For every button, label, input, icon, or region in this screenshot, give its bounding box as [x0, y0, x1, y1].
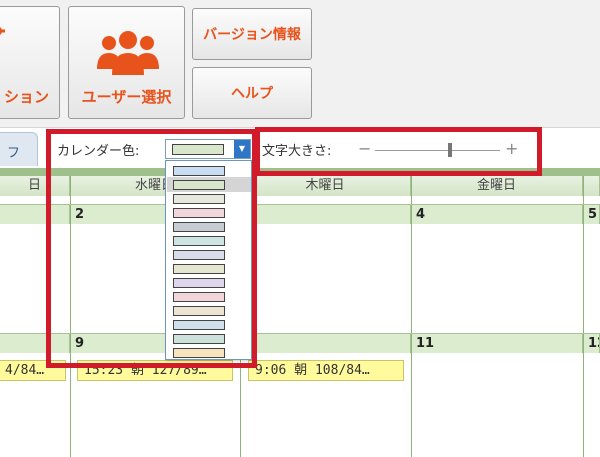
version-info-button[interactable]: バージョン情報: [192, 8, 312, 60]
users-icon: [97, 31, 159, 75]
header-saturday: [583, 176, 600, 196]
day-cell-date[interactable]: 0: [240, 334, 411, 353]
day-cell-date[interactable]: [240, 205, 411, 224]
day-cell-date[interactable]: 11: [411, 334, 583, 353]
user-select-button[interactable]: ユーザー選択: [68, 6, 185, 119]
header-friday: 金曜日: [411, 176, 583, 196]
day-cell-date[interactable]: 5: [583, 205, 600, 224]
options-button[interactable]: ション: [0, 6, 60, 119]
view-tab[interactable]: フ: [0, 132, 38, 166]
view-tab-label: フ: [7, 146, 21, 161]
highlight-box-calendar-color: [46, 129, 257, 368]
help-label: ヘルプ: [231, 86, 273, 102]
gear-icon: [0, 27, 5, 35]
user-select-label: ユーザー選択: [81, 88, 172, 106]
help-button[interactable]: ヘルプ: [192, 67, 312, 119]
version-info-label: バージョン情報: [203, 27, 301, 43]
highlight-box-font-size: [255, 127, 542, 176]
calendar-event[interactable]: 9:06 朝 108/84…: [248, 360, 404, 381]
grid-line: [411, 176, 412, 457]
ribbon: ション ユーザー選択 バージョン情報 ヘルプ: [0, 0, 600, 128]
header-thursday: 木曜日: [240, 176, 411, 196]
day-cell-date[interactable]: 12: [583, 334, 600, 353]
grid-line: [583, 176, 584, 457]
day-cell-date[interactable]: 4: [411, 205, 583, 224]
options-label: ション: [3, 88, 49, 106]
